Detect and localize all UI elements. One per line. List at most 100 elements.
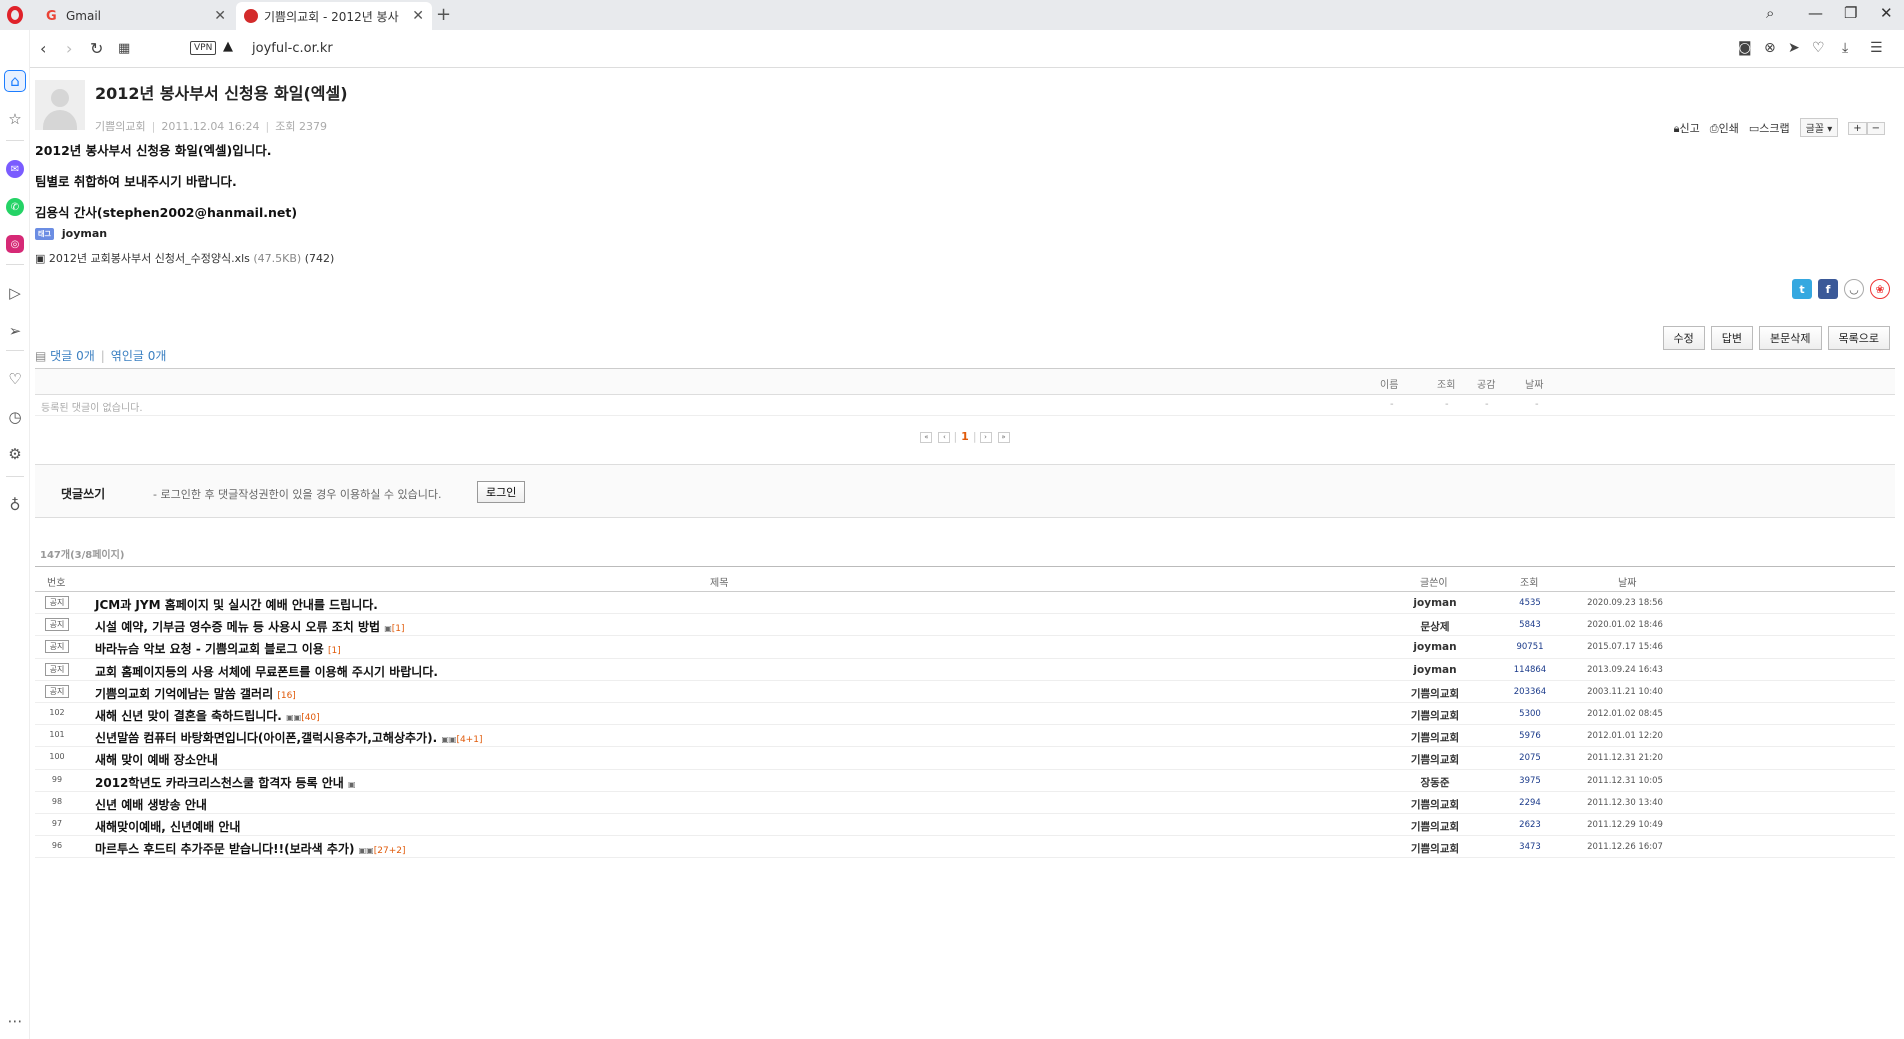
row-author[interactable]: 기쁨의교회: [1375, 819, 1495, 834]
first-page-icon[interactable]: «: [920, 431, 933, 443]
post-datetime: 2011.12.04 16:24: [161, 120, 260, 133]
col-date: 날짜: [1618, 578, 1637, 589]
col-author: 글쓴이: [1420, 578, 1448, 589]
camera-icon[interactable]: ◙: [1738, 40, 1752, 56]
next-page-icon[interactable]: ›: [979, 431, 992, 443]
row-title-link[interactable]: 새해 신년 맞이 결혼을 축하드립니다. ▣▣[40]: [95, 707, 320, 724]
row-title-link[interactable]: JCM과 JYM 홈페이지 및 실시간 예배 안내를 드립니다.: [95, 596, 378, 613]
row-author[interactable]: 기쁨의교회: [1375, 730, 1495, 745]
speed-dial-icon[interactable]: ▦: [118, 41, 130, 56]
edit-button[interactable]: 수정: [1662, 326, 1705, 350]
player-icon[interactable]: ▷: [4, 282, 26, 304]
scrap-button[interactable]: ▭스크랩: [1749, 120, 1790, 136]
row-views: 5843: [1519, 620, 1541, 631]
url-field[interactable]: joyful-c.or.kr: [252, 41, 333, 56]
tag-link[interactable]: joyman: [62, 227, 107, 240]
send-icon[interactable]: ➤: [1788, 40, 1800, 56]
file-icon: ▣: [35, 252, 46, 265]
font-select[interactable]: 글꼴 ▾: [1799, 118, 1839, 137]
tab-joyful-church[interactable]: 기쁨의교회 - 2012년 봉사 ✕: [236, 2, 432, 30]
heart-icon[interactable]: ♡: [1812, 40, 1825, 56]
reply-button[interactable]: 답변: [1710, 326, 1754, 350]
close-window-icon[interactable]: ✕: [1880, 4, 1893, 22]
attachment-downloads: (742): [304, 252, 335, 265]
messenger-icon[interactable]: ✉: [6, 160, 24, 178]
row-author[interactable]: 문상제: [1375, 619, 1495, 634]
row-author[interactable]: 기쁨의교회: [1375, 752, 1495, 767]
row-author[interactable]: 기쁨의교회: [1375, 841, 1495, 856]
warning-icon[interactable]: ▲: [223, 39, 233, 54]
vpn-badge[interactable]: VPN: [190, 41, 217, 55]
bookmarks-icon[interactable]: ☆: [4, 108, 26, 130]
facebook-icon[interactable]: f: [1818, 279, 1838, 299]
table-row: 공지 교회 홈페이지등의 사용 서체에 무료폰트를 이용해 주시기 바랍니다. j…: [35, 659, 1895, 681]
avatar: [35, 80, 85, 130]
search-tabs-icon[interactable]: ⌕: [1766, 4, 1774, 22]
row-title-link[interactable]: 신년 예배 생방송 안내: [95, 796, 207, 813]
row-title-link[interactable]: 기쁨의교회 기억에남는 말씀 갤러리 [16]: [95, 685, 296, 702]
trackback-count-link[interactable]: 엮인글 0개: [111, 349, 167, 363]
flow-icon[interactable]: ➢: [4, 320, 26, 342]
new-tab-icon[interactable]: +: [436, 4, 451, 25]
back-icon[interactable]: ‹: [40, 39, 46, 58]
row-author[interactable]: 장동준: [1375, 775, 1495, 790]
more-icon[interactable]: ⋯: [4, 1010, 26, 1032]
login-button[interactable]: 로그인: [477, 481, 526, 503]
download-icon[interactable]: ⤓: [1842, 40, 1848, 56]
ad-block-icon[interactable]: ⊗: [1764, 40, 1776, 56]
me2day-icon[interactable]: ◡: [1844, 279, 1864, 299]
settings-gear-icon[interactable]: ⚙: [4, 443, 26, 465]
row-date: 2011.12.26 16:07: [1587, 842, 1663, 853]
row-author[interactable]: 기쁨의교회: [1375, 708, 1495, 723]
post-meta: 기쁨의교회 | 2011.12.04 16:24 | 조회 2379: [95, 120, 327, 133]
dash: -: [1535, 399, 1539, 410]
close-tab-icon[interactable]: ✕: [214, 8, 226, 24]
list-button[interactable]: 목록으로: [1827, 326, 1890, 350]
font-increase-button[interactable]: +: [1848, 122, 1867, 135]
delete-button[interactable]: 본문삭제: [1759, 326, 1822, 350]
history-icon[interactable]: ◷: [4, 406, 26, 428]
attachment-link[interactable]: 2012년 교회봉사부서 신청서_수정양식.xls: [49, 252, 250, 265]
row-title: 새해맞이예배, 신년예배 안내: [95, 819, 241, 834]
post-body-line: 팀별로 취합하여 보내주시기 바랍니다.: [35, 174, 237, 189]
row-author[interactable]: joyman: [1375, 664, 1495, 676]
restore-icon[interactable]: ❐: [1844, 4, 1857, 22]
row-title-link[interactable]: 시설 예약, 기부금 영수증 메뉴 등 사용시 오류 조치 방법 ▣[1]: [95, 618, 405, 635]
tab-gmail[interactable]: G Gmail ✕: [38, 2, 234, 30]
row-author[interactable]: joyman: [1375, 641, 1495, 653]
row-title: 교회 홈페이지등의 사용 서체에 무료폰트를 이용해 주시기 바랍니다.: [95, 664, 438, 679]
reload-icon[interactable]: ↻: [90, 39, 103, 58]
whatsapp-icon[interactable]: ✆: [6, 198, 24, 216]
pinboard-heart-icon[interactable]: ♡: [4, 368, 26, 390]
row-title-link[interactable]: 바라뉴슴 악보 요청 - 기쁨의교회 블로그 이용 [1]: [95, 640, 341, 657]
close-tab-icon[interactable]: ✕: [412, 8, 424, 24]
minimize-icon[interactable]: —: [1808, 4, 1823, 22]
row-author[interactable]: 기쁨의교회: [1375, 797, 1495, 812]
last-page-icon[interactable]: »: [997, 431, 1010, 443]
row-title-link[interactable]: 마르투스 후드티 추가주문 받습니다!!(보라색 추가) ▣▣[27+2]: [95, 840, 406, 857]
gmail-icon: G: [46, 9, 57, 24]
prev-page-icon[interactable]: ‹: [938, 431, 951, 443]
instagram-icon[interactable]: ◎: [6, 235, 24, 253]
row-title-link[interactable]: 새해 맞이 예배 장소안내: [95, 751, 218, 768]
yozm-icon[interactable]: ❀: [1870, 279, 1890, 299]
menu-icon[interactable]: ☰: [1870, 40, 1883, 56]
twitter-icon[interactable]: t: [1792, 279, 1812, 299]
row-title-link[interactable]: 신년말씀 컴퓨터 바탕화면입니다(아이폰,갤럭시용추가,고해상추가). ▣▣[4…: [95, 729, 482, 746]
report-button[interactable]: 🔒︎신고: [1674, 120, 1700, 136]
font-decrease-button[interactable]: −: [1866, 122, 1885, 135]
current-page[interactable]: 1: [961, 430, 969, 443]
row-title-link[interactable]: 교회 홈페이지등의 사용 서체에 무료폰트를 이용해 주시기 바랍니다.: [95, 663, 438, 680]
row-author[interactable]: joyman: [1375, 597, 1495, 609]
home-icon[interactable]: ⌂: [4, 70, 26, 92]
lightbulb-icon[interactable]: ♁: [4, 494, 26, 516]
file-icon: ▣: [384, 624, 392, 634]
post-author[interactable]: 기쁨의교회: [95, 120, 146, 133]
row-title-link[interactable]: 2012학년도 카라크리스천스쿨 합격자 등록 안내 ▣: [95, 774, 356, 791]
row-author[interactable]: 기쁨의교회: [1375, 686, 1495, 701]
opera-logo-icon[interactable]: [0, 0, 30, 30]
comment-count-link[interactable]: 댓글 0개: [50, 349, 95, 363]
row-title-link[interactable]: 새해맞이예배, 신년예배 안내: [95, 818, 240, 835]
forward-icon[interactable]: ›: [66, 39, 72, 58]
print-button[interactable]: ⎙인쇄: [1710, 120, 1739, 136]
